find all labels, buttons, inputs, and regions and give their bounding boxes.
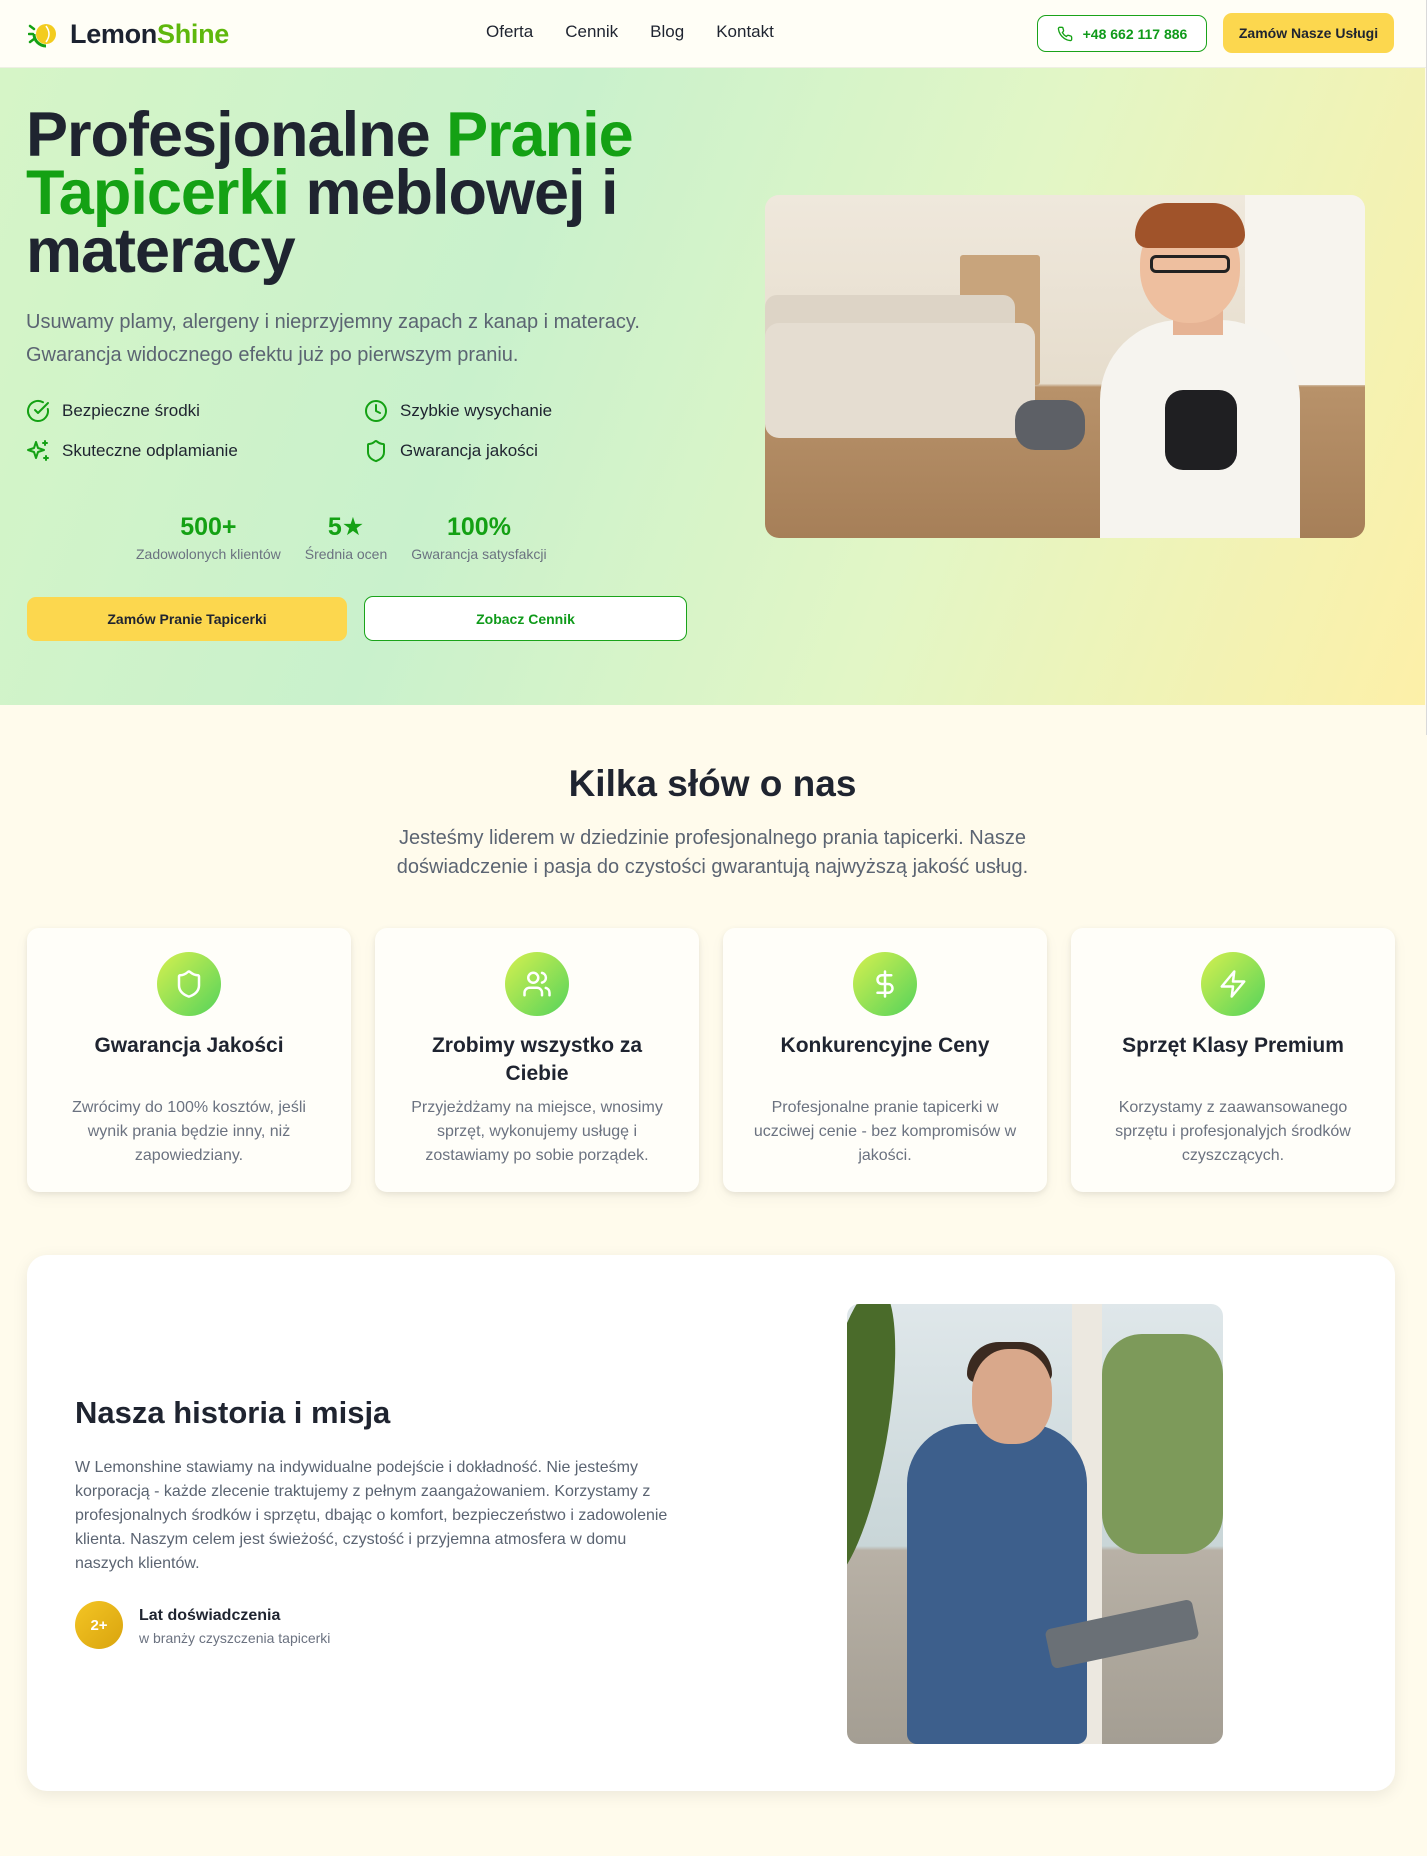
history-section: Nasza historia i misja W Lemonshine staw… xyxy=(27,1255,1395,1791)
phone-number: +48 662 117 886 xyxy=(1082,25,1188,42)
experience-badge: 2+ xyxy=(75,1601,123,1649)
about-title: Kilka słów o nas xyxy=(568,763,857,804)
logo[interactable]: LemonShine xyxy=(28,16,229,52)
feature-item: Gwarancja jakości xyxy=(364,440,702,463)
stat-item: 100% Gwarancja satysfakcji xyxy=(411,512,546,562)
lightning-icon xyxy=(1220,970,1246,998)
history-photo xyxy=(847,1304,1223,1744)
hero-features: Bezpieczne środki Szybkie wysychanie Sku… xyxy=(26,399,706,463)
nav-link-blog[interactable]: Blog xyxy=(650,22,684,42)
history-title: Nasza historia i misja xyxy=(75,1395,391,1430)
hero-stats: 500+ Zadowolonych klientów 5★ Średnia oc… xyxy=(136,512,547,562)
card-title: Zrobimy wszystko za Ciebie xyxy=(431,1034,643,1085)
shield-icon xyxy=(367,440,385,463)
hero-title: Profesjonalne Pranie Tapicerki meblowej … xyxy=(26,100,634,286)
order-services-button[interactable]: Zamów Nasze Usługi xyxy=(1223,13,1394,53)
stat-value: 100% xyxy=(446,513,511,541)
about-cards: Gwarancja Jakości Zwrócimy do 100% koszt… xyxy=(27,928,1395,1192)
users-icon xyxy=(523,971,551,997)
top-navbar: LemonShine Oferta Cennik Blog Kontakt +4… xyxy=(0,0,1427,68)
experience-title: Lat doświadczenia xyxy=(139,1607,281,1624)
stat-label: Zadowolonych klientów xyxy=(136,546,281,562)
feature-item: Skuteczne odplamianie xyxy=(26,440,364,462)
card-text: Profesjonalne pranie tapicerki w uczciwe… xyxy=(753,1099,1017,1164)
logo-text: LemonShine xyxy=(70,18,230,49)
page: LemonShine Oferta Cennik Blog Kontakt +4… xyxy=(0,0,1427,1856)
nav-link-kontakt[interactable]: Kontakt xyxy=(716,22,774,42)
check-circle-icon xyxy=(27,399,49,422)
stat-label: Średnia ocen xyxy=(304,546,388,562)
stat-item: 5★ Średnia ocen xyxy=(305,512,388,562)
history-text: W Lemonshine stawiamy na indywidualne po… xyxy=(75,1459,668,1572)
feature-item: Szybkie wysychanie xyxy=(364,400,702,422)
order-upholstery-button[interactable]: Zamów Pranie Tapicerki xyxy=(27,597,347,641)
feature-card-quality: Gwarancja Jakości Zwrócimy do 100% koszt… xyxy=(27,928,351,1192)
lemon-logo-icon xyxy=(28,24,56,48)
card-text: Przyjeżdżamy na miejsce, wnosimy sprzęt,… xyxy=(411,1099,663,1164)
card-text: Zwrócimy do 100% kosztów, jeśli wynik pr… xyxy=(72,1099,306,1164)
card-title: Konkurencyjne Ceny xyxy=(780,1034,990,1057)
stat-label: Gwarancja satysfakcji xyxy=(411,546,547,562)
card-icon-badge xyxy=(505,952,569,1016)
card-icon-badge xyxy=(157,952,221,1016)
phone-button[interactable]: +48 662 117 886 xyxy=(1037,15,1207,52)
feature-card-equipment: Sprzęt Klasy Premium Korzystamy z zaawan… xyxy=(1071,928,1395,1192)
card-text: Korzystamy z zaawansowanego sprzętu i pr… xyxy=(1115,1099,1351,1164)
sparkles-icon xyxy=(27,440,49,461)
hero-subtitle: Usuwamy plamy, alergeny i nieprzyjemny z… xyxy=(26,311,640,366)
about-subtitle: Jesteśmy liderem w dziedzinie profesjona… xyxy=(396,827,1029,878)
card-icon-badge xyxy=(853,952,917,1016)
stat-value: 500+ xyxy=(180,513,237,541)
main-menu: Oferta Cennik Blog Kontakt xyxy=(486,22,774,42)
experience-subtitle: w branży czyszczenia tapicerki xyxy=(139,1630,331,1646)
see-pricing-button[interactable]: Zobacz Cennik xyxy=(364,596,687,641)
card-icon-badge xyxy=(1201,952,1265,1016)
feature-card-service: Zrobimy wszystko za Ciebie Przyjeżdżamy … xyxy=(375,928,699,1192)
nav-link-cennik[interactable]: Cennik xyxy=(565,22,618,42)
card-title: Gwarancja Jakości xyxy=(94,1034,284,1057)
dollar-icon xyxy=(876,970,894,998)
shield-icon xyxy=(177,970,201,998)
feature-card-prices: Konkurencyjne Ceny Profesjonalne pranie … xyxy=(723,928,1047,1192)
stat-value: 5★ xyxy=(327,513,365,541)
feature-item: Bezpieczne środki xyxy=(26,399,364,422)
clock-icon xyxy=(365,400,387,422)
stat-item: 500+ Zadowolonych klientów xyxy=(136,512,281,562)
nav-link-oferta[interactable]: Oferta xyxy=(486,22,533,42)
phone-icon xyxy=(1057,26,1072,41)
card-title: Sprzęt Klasy Premium xyxy=(1122,1034,1344,1057)
hero-photo-cleaner xyxy=(765,195,1365,538)
